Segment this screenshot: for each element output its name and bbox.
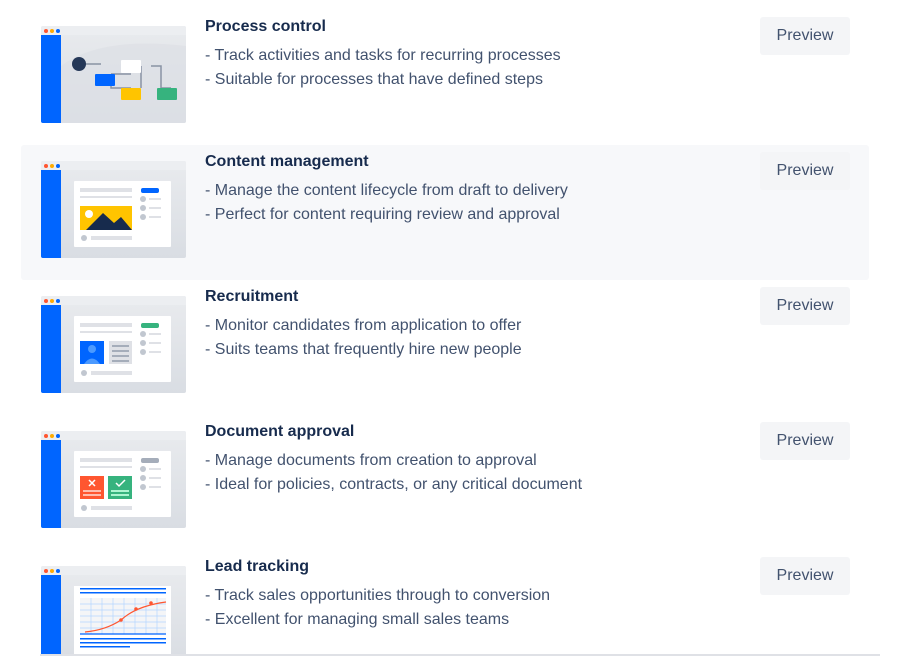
preview-button[interactable]: Preview [760,287,850,325]
preview-button[interactable]: Preview [760,17,850,55]
content-management-thumbnail [41,161,186,258]
description-line: - Manage the content lifecycle from draf… [205,182,568,199]
template-row-recruitment[interactable]: Recruitment - Monitor candidates from ap… [21,280,869,415]
description-line: - Suits teams that frequently hire new p… [205,341,522,358]
preview-button[interactable]: Preview [760,152,850,190]
description-line: - Manage documents from creation to appr… [205,452,537,469]
template-description: - Monitor candidates from application to… [205,314,522,362]
description-line: - Track activities and tasks for recurri… [205,47,561,64]
template-title: Process control [205,18,326,35]
template-title: Document approval [205,423,355,440]
description-line: - Monitor candidates from application to… [205,317,522,334]
process-control-thumbnail [41,26,186,123]
template-row-process-control[interactable]: Process control - Track activities and t… [21,10,869,145]
description-line: - Ideal for policies, contracts, or any … [205,476,583,493]
template-title: Lead tracking [205,558,310,575]
template-description: - Manage documents from creation to appr… [205,449,582,497]
template-title: Recruitment [205,288,299,305]
description-line: - Excellent for managing small sales tea… [205,611,510,628]
template-row-lead-tracking[interactable]: Lead tracking - Track sales opportunitie… [21,550,869,654]
recruitment-thumbnail [41,296,186,393]
template-title: Content management [205,153,369,170]
preview-button[interactable]: Preview [760,422,850,460]
list-divider [40,654,880,656]
description-line: - Perfect for content requiring review a… [205,206,560,223]
document-approval-thumbnail [41,431,186,528]
template-row-document-approval[interactable]: Document approval - Manage documents fro… [21,415,869,550]
description-line: - Suitable for processes that have defin… [205,71,543,88]
lead-tracking-thumbnail [41,566,186,654]
template-description: - Track activities and tasks for recurri… [205,44,561,92]
preview-button[interactable]: Preview [760,557,850,595]
description-line: - Track sales opportunities through to c… [205,587,551,604]
template-row-content-management[interactable]: Content management - Manage the content … [21,145,869,280]
template-description: - Track sales opportunities through to c… [205,584,550,632]
template-description: - Manage the content lifecycle from draf… [205,179,568,227]
